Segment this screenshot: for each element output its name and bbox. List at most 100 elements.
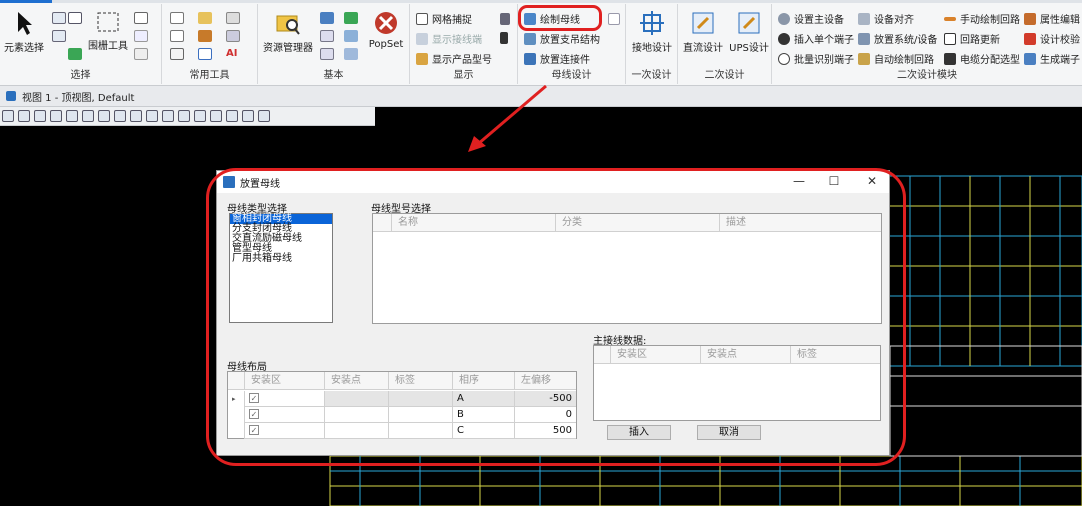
draw-line-icon[interactable] (170, 48, 184, 60)
view-attributes-icon[interactable] (2, 110, 14, 122)
ai-icon[interactable]: AI (226, 48, 240, 60)
popset-button[interactable]: PopSet (364, 10, 408, 50)
cancel-button[interactable]: 取消 (697, 425, 761, 440)
clip-volume-icon[interactable] (210, 110, 222, 122)
view-display-mode-icon[interactable] (18, 110, 30, 122)
maximize-button[interactable]: ☐ (824, 174, 844, 188)
tag-cell[interactable] (388, 391, 452, 407)
fit-view-icon[interactable] (130, 110, 142, 122)
pan-view-icon[interactable] (162, 110, 174, 122)
row-checkbox[interactable]: ✓ (249, 393, 259, 403)
shading-icon[interactable] (34, 110, 46, 122)
design-check-button[interactable]: 设计校验 (1024, 31, 1080, 46)
tag-cell[interactable] (388, 423, 452, 439)
row-checkbox[interactable]: ✓ (249, 409, 259, 419)
zoom-in-icon[interactable] (82, 110, 94, 122)
minimize-button[interactable]: — (789, 174, 809, 188)
star-icon[interactable] (344, 12, 358, 24)
text-style-icon[interactable] (170, 12, 184, 24)
dialog-title-bar[interactable]: 放置母线 — ☐ ✕ (217, 171, 889, 193)
paint-icon[interactable] (198, 30, 212, 42)
auto-draw-button[interactable]: 自动绘制回路 (858, 51, 934, 66)
busbar-type-list[interactable]: 窗相封闭母线 分支封闭母线 交直流励磁母线 管型母线 厂用共箱母线 (229, 213, 333, 323)
gen-terminal-button[interactable]: 生成端子 (1024, 51, 1080, 66)
phase-cell[interactable]: B (452, 407, 514, 423)
table-icon[interactable] (320, 48, 334, 60)
install-point-cell[interactable] (324, 391, 388, 407)
device-icon[interactable] (320, 12, 334, 24)
offset-cell[interactable]: -500 (514, 391, 576, 407)
view-rotate-3d-icon[interactable] (258, 110, 270, 122)
fence-tool-button[interactable]: 围栅工具 (86, 10, 130, 52)
line-style-icon[interactable] (198, 12, 212, 24)
place-system-button[interactable]: 放置系统/设备 (858, 31, 937, 46)
model-header-category[interactable]: 分类 (555, 214, 719, 232)
offset-cell[interactable]: 0 (514, 407, 576, 423)
main-header-install-area[interactable]: 安装区 (610, 346, 700, 364)
grounding-design-button[interactable]: 接地设计 (628, 10, 676, 54)
resource-manager-button[interactable]: 资源管理器 (260, 10, 316, 54)
layout-header-phase[interactable]: 相序 (452, 372, 514, 390)
element-select-button[interactable]: 元素选择 (2, 10, 46, 54)
draw-busbar-button[interactable]: 绘制母线 (524, 11, 580, 26)
model-header-name[interactable]: 名称 (391, 214, 555, 232)
main-header-install-point[interactable]: 安装点 (700, 346, 790, 364)
layout-header-tag[interactable]: 标签 (388, 372, 452, 390)
rect-shape-icon[interactable] (198, 48, 212, 60)
show-terminal-toggle[interactable]: 显示接线端 (416, 31, 482, 46)
busbar-edit-icon[interactable] (608, 13, 620, 25)
select-green-icon[interactable] (68, 48, 82, 60)
grid-snap-toggle[interactable]: 网格捕捉 (416, 11, 472, 26)
install-area-cell[interactable]: ✓ (244, 407, 324, 423)
ups-design-button[interactable]: UPS设计 (726, 10, 772, 54)
close-button[interactable]: ✕ (862, 174, 882, 188)
table-row[interactable]: ✓ C 500 (228, 423, 576, 439)
view-previous-icon[interactable] (178, 110, 190, 122)
table-row[interactable]: ✓ B 0 (228, 407, 576, 423)
display-pin-icon[interactable] (500, 32, 508, 44)
zoom-out-icon[interactable] (98, 110, 110, 122)
row-checkbox[interactable]: ✓ (249, 425, 259, 435)
attr-edit-button[interactable]: 属性编辑 (1024, 11, 1080, 26)
phase-cell[interactable]: A (452, 391, 514, 407)
display-settings-icon[interactable] (500, 13, 510, 25)
set-main-device-button[interactable]: 设置主设备 (778, 11, 844, 26)
copy-icon[interactable] (134, 30, 148, 42)
insert-terminal-button[interactable]: 插入单个端子 (778, 31, 854, 46)
busbar-type-item[interactable]: 厂用共箱母线 (230, 254, 332, 264)
layout-header-install-area[interactable]: 安装区 (244, 372, 324, 390)
loop-update-button[interactable]: 回路更新 (944, 31, 1000, 46)
install-point-cell[interactable] (324, 407, 388, 423)
select-circle-icon[interactable] (52, 12, 66, 24)
window-area-icon[interactable] (114, 110, 126, 122)
camera-icon[interactable] (242, 110, 254, 122)
grid-panel-icon[interactable] (344, 30, 358, 42)
phase-cell[interactable]: C (452, 423, 514, 439)
tag-cell[interactable] (388, 407, 452, 423)
layout-header-install-point[interactable]: 安装点 (324, 372, 388, 390)
main-wiring-grid[interactable]: 安装区 安装点 标签 (593, 345, 881, 421)
measure-icon[interactable] (170, 30, 184, 42)
offset-cell[interactable]: 500 (514, 423, 576, 439)
rotate-view-icon[interactable] (146, 110, 158, 122)
fill-icon[interactable] (226, 30, 240, 42)
model-header-description[interactable]: 描述 (719, 214, 881, 232)
manual-draw-button[interactable]: 手动绘制回路 (944, 11, 1020, 26)
main-header-tag[interactable]: 标签 (790, 346, 880, 364)
clip-mask-icon[interactable] (226, 110, 238, 122)
paste-icon[interactable] (134, 48, 148, 60)
insert-button[interactable]: 插入 (607, 425, 671, 440)
batch-terminal-button[interactable]: 批量识别端子 (778, 51, 854, 66)
lock-icon[interactable] (68, 12, 82, 24)
install-point-cell[interactable] (324, 423, 388, 439)
pointer-icon[interactable] (50, 110, 62, 122)
panel-icon[interactable] (320, 30, 334, 42)
chart-icon[interactable] (344, 48, 358, 60)
select-all-icon[interactable] (52, 30, 66, 42)
cable-select-button[interactable]: 电缆分配选型 (944, 51, 1020, 66)
dc-design-button[interactable]: 直流设计 (680, 10, 726, 54)
layout-header-left-offset[interactable]: 左偏移 (514, 372, 576, 390)
update-view-icon[interactable] (66, 110, 78, 122)
place-connector-button[interactable]: 放置连接件 (524, 51, 590, 66)
level-icon[interactable] (226, 12, 240, 24)
